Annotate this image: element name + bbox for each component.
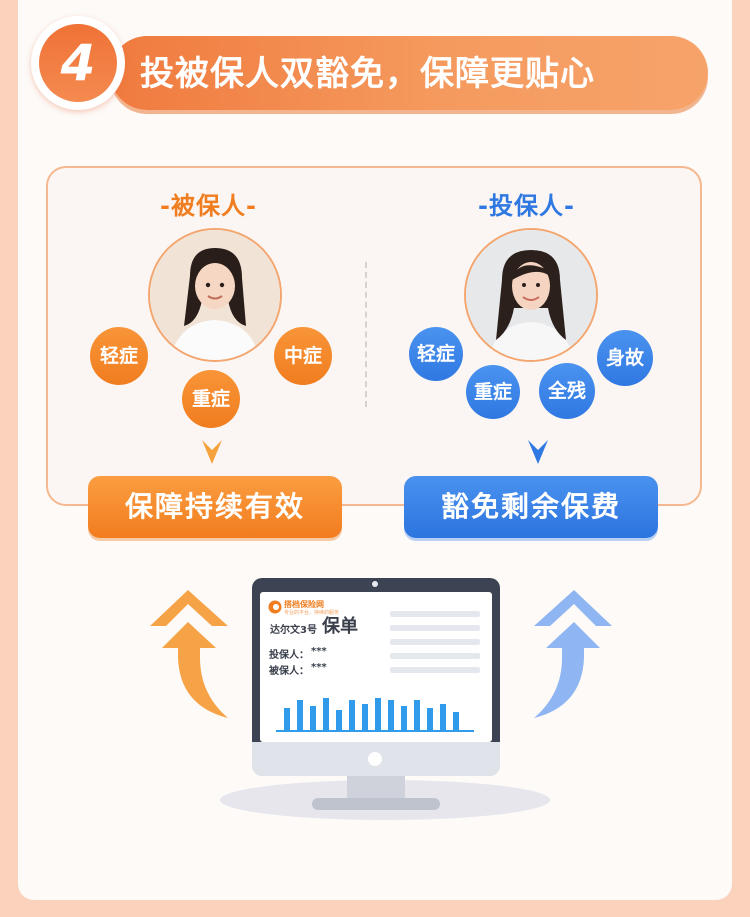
orange-up-arrow-icon: [150, 590, 228, 718]
product-name: 达尔文3号: [270, 625, 317, 636]
insured-value: ***: [311, 662, 327, 673]
screen-bar: [349, 700, 355, 730]
policyholder-tag-severe: 重症: [466, 365, 520, 419]
insured-result-badge: 保障持续有效: [88, 476, 342, 538]
screen-text-line: [390, 625, 480, 631]
insured-tag-severe: 重症: [182, 370, 240, 428]
panel-divider: [365, 262, 367, 407]
screen-bar: [427, 708, 433, 730]
policyholder-result-badge: 豁免剩余保费: [404, 476, 658, 538]
screen-bar: [414, 700, 420, 730]
screen-bar: [375, 698, 381, 730]
policyholder-arrow-down-icon: [528, 440, 548, 464]
holder-value: ***: [311, 646, 327, 657]
screen-bar: [362, 704, 368, 730]
monitor-power-button: [368, 752, 382, 766]
policyholder-tag-disability: 全残: [539, 363, 595, 419]
screen-text-line: [390, 639, 480, 645]
screen-bar: [310, 706, 316, 730]
screen-bar: [401, 706, 407, 730]
comparison-panel: [46, 166, 702, 506]
woman-portrait-icon: [466, 230, 596, 360]
screen-bar-chart: [276, 698, 474, 732]
policyholder-tag-mild: 轻症: [409, 327, 463, 381]
screen-text-line: [390, 667, 480, 673]
monitor-camera: [372, 581, 378, 587]
insured-avatar: [148, 228, 282, 362]
step-number: 4: [39, 24, 117, 102]
insured-tag-mild: 轻症: [90, 327, 148, 385]
screen-text-line: [390, 611, 480, 617]
blue-up-arrow-icon: [534, 590, 612, 718]
insured-label: 被保人：: [269, 666, 309, 677]
insured-title: -被保人-: [160, 192, 257, 220]
insured-tag-moderate: 中症: [274, 327, 332, 385]
screen-text-line: [390, 653, 480, 659]
holder-label: 投保人：: [269, 650, 309, 661]
screen-bar: [440, 704, 446, 730]
screen-bar: [297, 700, 303, 730]
screen-bar: [336, 710, 342, 730]
screen-bar: [323, 698, 329, 730]
brand-logo-icon: [268, 600, 282, 614]
page-title: 投被保人双豁免，保障更贴心: [140, 54, 595, 94]
monitor-stand-foot: [312, 798, 440, 810]
screen-bar: [284, 708, 290, 730]
screen-bar-baseline: [276, 730, 474, 732]
policyholder-title: -投保人-: [478, 192, 575, 220]
insured-arrow-down-icon: [202, 440, 222, 464]
screen-bar: [388, 700, 394, 730]
child-portrait-icon: [150, 230, 280, 360]
policyholder-tag-death: 身故: [597, 330, 653, 386]
screen-bar: [453, 712, 459, 730]
policyholder-avatar: [464, 228, 598, 362]
document-title: 保单: [322, 616, 358, 637]
